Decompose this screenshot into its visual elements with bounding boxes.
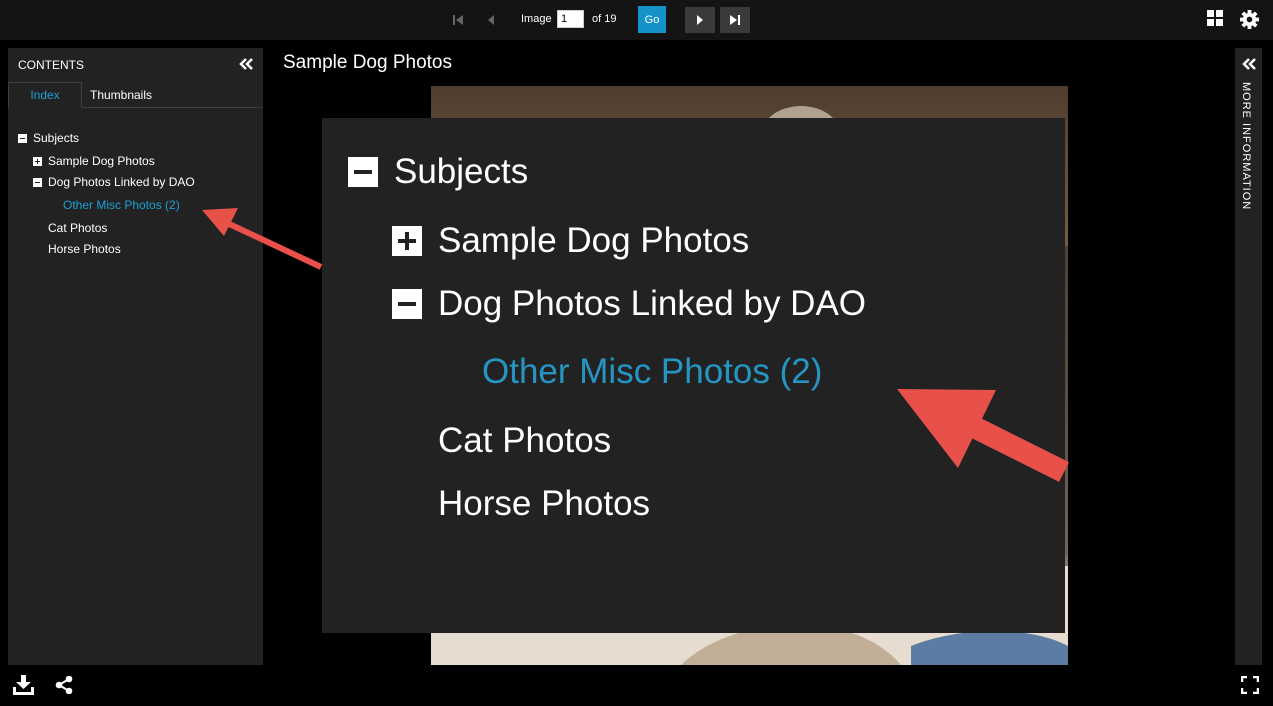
last-page-button[interactable]	[720, 7, 750, 33]
fullscreen-icon[interactable]	[1240, 675, 1260, 699]
tree-item-label: Other Misc Photos (2)	[63, 198, 180, 212]
grid-view-icon[interactable]	[1207, 10, 1223, 31]
share-icon[interactable]	[55, 675, 73, 699]
collapse-right-icon[interactable]	[1241, 57, 1257, 76]
callout-item-label: Subjects	[394, 152, 529, 191]
contents-tabs: Index Thumbnails	[8, 82, 263, 108]
contents-panel: CONTENTS Index Thumbnails Subjects Sampl…	[8, 48, 263, 665]
expand-toggle-icon	[392, 226, 422, 256]
download-icon[interactable]	[13, 675, 34, 700]
callout-item-label: Sample Dog Photos	[438, 221, 750, 260]
prev-page-icon	[488, 15, 494, 25]
tree-item-label: Cat Photos	[48, 221, 108, 235]
collapse-toggle-icon[interactable]	[18, 133, 27, 143]
image-label: Image	[521, 13, 552, 25]
tree-item-horse-photos[interactable]: Horse Photos	[48, 242, 121, 256]
first-page-button[interactable]	[443, 7, 473, 33]
next-page-button[interactable]	[685, 7, 715, 33]
collapse-toggle-icon	[392, 289, 422, 319]
callout-item-horse-photos: Horse Photos	[438, 484, 650, 524]
tree-item-label: Dog Photos Linked by DAO	[48, 175, 195, 189]
page-title: Sample Dog Photos	[283, 52, 452, 73]
callout-item-other-misc-photos: Other Misc Photos (2)	[482, 352, 822, 392]
callout-item-label: Dog Photos Linked by DAO	[438, 284, 867, 323]
zoom-callout: Subjects Sample Dog Photos Dog Photos Li…	[322, 118, 1065, 633]
tree-item-label: Horse Photos	[48, 242, 121, 256]
contents-title: CONTENTS	[18, 58, 84, 72]
tab-thumbnails[interactable]: Thumbnails	[82, 82, 160, 107]
tab-index[interactable]: Index	[8, 82, 82, 108]
collapse-toggle-icon	[348, 157, 378, 187]
callout-item-label: Other Misc Photos (2)	[482, 352, 823, 391]
gear-icon[interactable]	[1240, 10, 1259, 34]
tree-item-sample-dog-photos[interactable]: Sample Dog Photos	[33, 154, 155, 168]
collapse-toggle-icon[interactable]	[33, 177, 42, 187]
tree-item-label: Sample Dog Photos	[48, 154, 155, 168]
callout-item-dog-photos-linked-by-dao: Dog Photos Linked by DAO	[392, 284, 866, 324]
go-button[interactable]: Go	[638, 6, 666, 33]
image-count: of 19	[592, 13, 617, 25]
collapse-left-icon[interactable]	[238, 57, 254, 76]
more-information-label[interactable]: MORE INFORMATION	[1240, 82, 1252, 210]
image-number-input[interactable]	[557, 10, 584, 28]
expand-toggle-icon[interactable]	[33, 156, 42, 166]
next-page-icon	[697, 15, 703, 25]
last-page-icon	[730, 15, 740, 25]
more-information-panel[interactable]: MORE INFORMATION	[1235, 48, 1262, 665]
tree-item-subjects[interactable]: Subjects	[18, 131, 79, 145]
callout-item-cat-photos: Cat Photos	[438, 421, 611, 461]
callout-item-label: Horse Photos	[438, 484, 651, 523]
callout-item-sample-dog-photos: Sample Dog Photos	[392, 221, 749, 261]
first-page-icon	[453, 15, 463, 25]
tree-item-cat-photos[interactable]: Cat Photos	[48, 221, 107, 235]
callout-item-label: Cat Photos	[438, 421, 612, 460]
prev-page-button[interactable]	[476, 7, 506, 33]
tree-item-other-misc-photos[interactable]: Other Misc Photos (2)	[63, 198, 180, 212]
tree-item-dog-photos-linked-by-dao[interactable]: Dog Photos Linked by DAO	[33, 175, 195, 189]
top-toolbar: Image of 19 Go	[0, 0, 1273, 40]
callout-item-subjects: Subjects	[348, 152, 528, 192]
tree-item-label: Subjects	[33, 131, 80, 145]
